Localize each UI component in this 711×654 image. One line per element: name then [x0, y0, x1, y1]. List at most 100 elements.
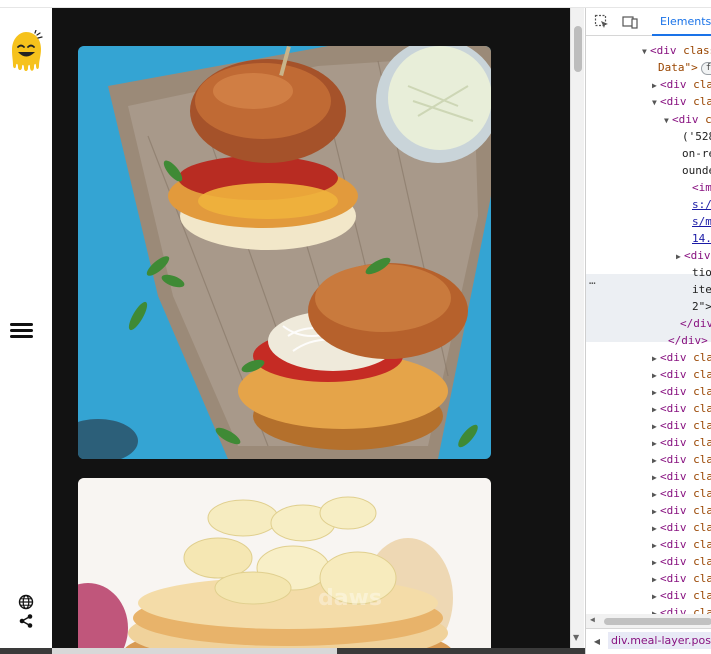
dom-tree-node[interactable]: ▶ <div cla: [652, 434, 711, 451]
dom-tree-node[interactable]: tion: [684, 264, 711, 281]
dom-tree-token: cla: [693, 78, 711, 91]
scroll-down-arrow-icon[interactable]: ▼: [573, 633, 579, 642]
hamburger-menu-icon[interactable]: [10, 320, 34, 344]
dom-tree-node[interactable]: ▶ <div cla: [652, 451, 711, 468]
more-options-icon[interactable]: …: [589, 274, 596, 287]
expand-triangle-right-icon[interactable]: ▶: [652, 503, 660, 520]
expand-triangle-down-icon[interactable]: ▼: [652, 94, 660, 111]
dom-tree-token: <div: [660, 589, 694, 602]
dom-tree-token: </div>: [680, 317, 711, 330]
devtools-panel: Elements … ▼<div classData">flex▶<div cl…: [585, 8, 711, 654]
breadcrumb-item[interactable]: div.meal-layer.pos: [608, 632, 711, 649]
dom-tree-token: cla: [693, 589, 711, 602]
devtools-horizontal-scrollbar[interactable]: ◀: [586, 614, 711, 628]
dom-tree-node[interactable]: ▶ <div: [676, 247, 711, 264]
dom-tree-node[interactable]: ▼ <div cla: [652, 93, 711, 110]
dom-tree-token: cla: [693, 453, 711, 466]
dom-tree-token: s://: [692, 198, 711, 211]
dom-tree-token: <div: [660, 95, 694, 108]
dom-tree-node[interactable]: ▶ <div cla: [652, 349, 711, 366]
expand-triangle-right-icon[interactable]: ▶: [652, 554, 660, 571]
dom-tree-token: <div: [684, 249, 711, 262]
dom-tree-node[interactable]: Data">flex: [650, 59, 711, 76]
dom-tree-node[interactable]: ▶ <div cla: [652, 383, 711, 400]
flex-badge[interactable]: flex: [700, 61, 711, 75]
dom-tree-node[interactable]: </div>: [660, 332, 708, 349]
dom-tree-node[interactable]: ▶ <div cla: [652, 400, 711, 417]
tab-elements[interactable]: Elements: [652, 8, 711, 36]
meal-card-chicken-burgers[interactable]: [78, 46, 491, 459]
expand-triangle-right-icon[interactable]: ▶: [652, 571, 660, 588]
expand-triangle-down-icon[interactable]: ▼: [664, 112, 672, 129]
dom-tree-node[interactable]: item: [684, 281, 711, 298]
expand-triangle-right-icon[interactable]: ▶: [652, 486, 660, 503]
expand-triangle-down-icon[interactable]: ▼: [642, 43, 650, 60]
dom-tree-node[interactable]: ▶ <div cla: [652, 485, 711, 502]
dom-tree-token: 14.jp: [692, 232, 711, 245]
element-picker-icon[interactable]: [594, 14, 610, 30]
dom-tree-token: on-rel: [682, 147, 711, 160]
dom-tree-node[interactable]: </div>: [672, 315, 711, 332]
globe-icon[interactable]: [18, 594, 34, 610]
page-vertical-scrollbar[interactable]: ▼: [570, 8, 584, 648]
dom-tree-node[interactable]: ▶ <div cla: [652, 553, 711, 570]
dom-tree-node[interactable]: 14.jp: [684, 230, 711, 247]
dom-tree-token: cla: [693, 368, 711, 381]
expand-triangle-right-icon[interactable]: ▶: [676, 248, 684, 265]
dom-tree-node[interactable]: ▶ <div cla: [652, 468, 711, 485]
dom-tree-token: <div: [660, 453, 694, 466]
dom-tree-node[interactable]: ▼ <div c: [664, 111, 711, 128]
dom-tree-node[interactable]: ▼<div class: [642, 42, 711, 59]
dom-tree-token: cla: [693, 436, 711, 449]
dom-tree-token: <img: [692, 181, 711, 194]
dom-tree-token: cla: [693, 555, 711, 568]
share-icon[interactable]: [18, 613, 34, 629]
expand-triangle-right-icon[interactable]: ▶: [652, 435, 660, 452]
expand-triangle-right-icon[interactable]: ▶: [652, 77, 660, 94]
expand-triangle-right-icon[interactable]: ▶: [652, 367, 660, 384]
dom-tree-token: tion: [692, 266, 711, 279]
dom-tree-token: <div: [660, 419, 694, 432]
dom-tree-token: <div: [660, 78, 694, 91]
dom-tree-node[interactable]: on-rel: [674, 145, 711, 162]
dom-tree-token: <div: [660, 368, 694, 381]
expand-triangle-right-icon[interactable]: ▶: [652, 350, 660, 367]
scroll-left-arrow-icon[interactable]: ◀: [590, 615, 595, 624]
expand-triangle-right-icon[interactable]: ▶: [652, 401, 660, 418]
dom-tree-node[interactable]: ▶ <div cla: [652, 76, 711, 93]
dom-tree-node[interactable]: 2">: [684, 298, 711, 315]
dom-tree-token: <div: [660, 555, 694, 568]
expand-triangle-right-icon[interactable]: ▶: [652, 537, 660, 554]
dom-tree-node[interactable]: ▶ <div cla: [652, 366, 711, 383]
device-toolbar-icon[interactable]: [622, 14, 638, 30]
dom-tree-node[interactable]: ▶ <div cla: [652, 570, 711, 587]
dom-tree-token: s/med: [692, 215, 711, 228]
dom-tree-token: cla: [693, 385, 711, 398]
expand-triangle-right-icon[interactable]: ▶: [652, 520, 660, 537]
expand-triangle-right-icon[interactable]: ▶: [652, 605, 660, 614]
scrollbar-thumb[interactable]: [574, 26, 582, 72]
expand-triangle-right-icon[interactable]: ▶: [652, 588, 660, 605]
smiley-face-logo-icon[interactable]: [8, 29, 44, 74]
expand-triangle-right-icon[interactable]: ▶: [652, 452, 660, 469]
expand-triangle-right-icon[interactable]: ▶: [652, 469, 660, 486]
dom-tree-token: <div: [660, 402, 694, 415]
dom-tree-token: </div>: [668, 334, 708, 347]
dom-tree-node[interactable]: s/med: [684, 213, 711, 230]
dom-tree-node[interactable]: ('5285: [674, 128, 711, 145]
dom-tree-node[interactable]: ▶ <div cla: [652, 604, 711, 614]
expand-triangle-right-icon[interactable]: ▶: [652, 418, 660, 435]
dom-tree-node[interactable]: s://: [684, 196, 711, 213]
dom-tree-node[interactable]: ▶ <div cla: [652, 587, 711, 604]
dom-tree-node[interactable]: ounded: [674, 162, 711, 179]
dom-tree-node[interactable]: ▶ <div cla: [652, 417, 711, 434]
dom-tree-node[interactable]: ▶ <div cla: [652, 502, 711, 519]
dom-tree-node[interactable]: ▶ <div cla: [652, 536, 711, 553]
dom-tree-token: cla: [693, 402, 711, 415]
meal-card-banana-pancakes[interactable]: daws: [78, 478, 491, 648]
dom-tree-node[interactable]: <img: [684, 179, 711, 196]
scrollbar-thumb[interactable]: [604, 618, 711, 625]
breadcrumb-left-arrow-icon[interactable]: ◀: [586, 630, 608, 654]
expand-triangle-right-icon[interactable]: ▶: [652, 384, 660, 401]
dom-tree-node[interactable]: ▶ <div cla: [652, 519, 711, 536]
